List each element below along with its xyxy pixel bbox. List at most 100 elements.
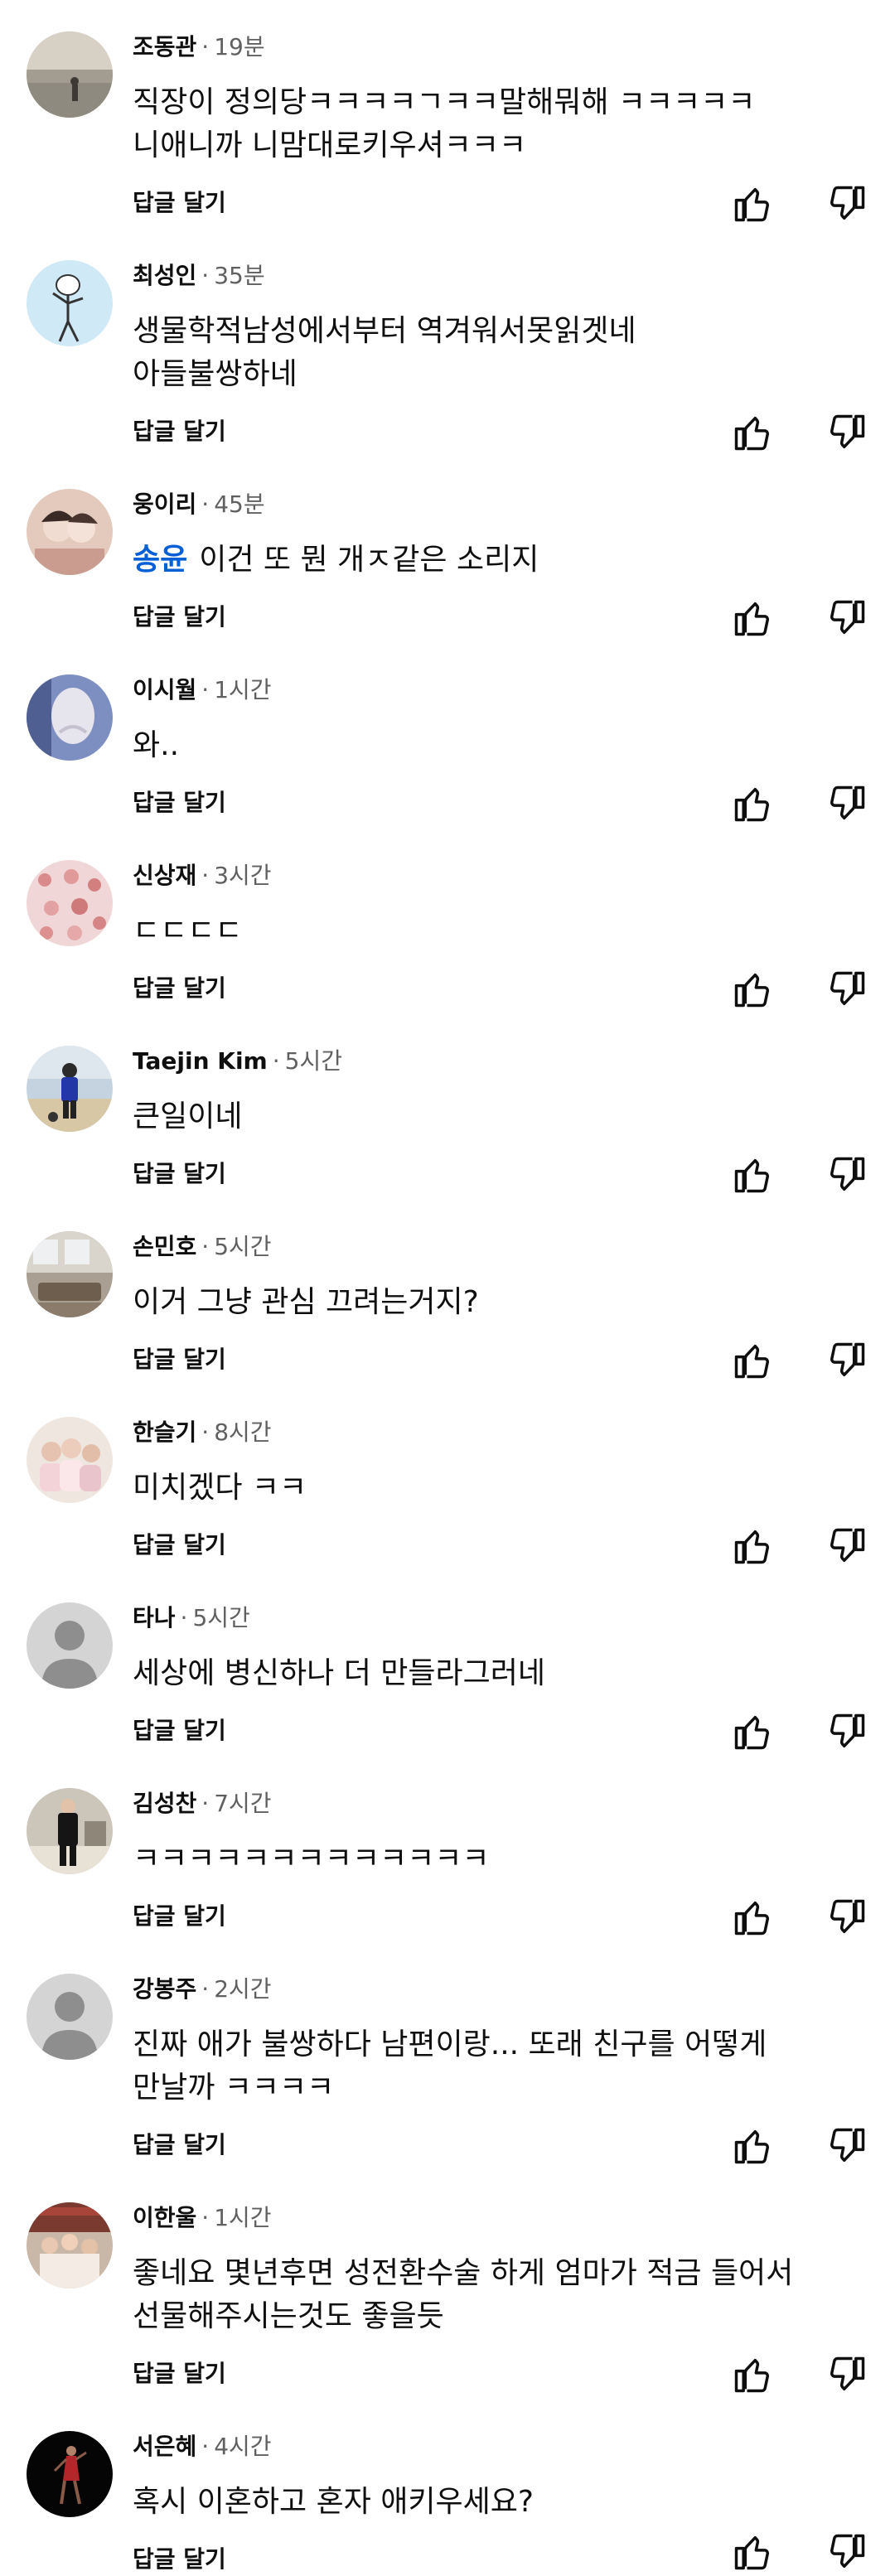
mention-link[interactable]: 송윤 [133, 543, 187, 577]
separator-dot: · [201, 33, 210, 60]
reply-button[interactable]: 답글 달기 [133, 418, 226, 446]
like-button[interactable] [731, 1710, 774, 1753]
dislike-button[interactable] [825, 1525, 868, 1568]
dislike-button[interactable] [825, 1153, 868, 1196]
reply-button[interactable]: 답글 달기 [133, 603, 226, 631]
comment-meta: 김성찬 · 7시간 [133, 1790, 272, 1818]
comment-text: 이거 그냥 관심 끄려는거지? [133, 1285, 479, 1319]
author-name[interactable]: 손민호 [133, 1233, 196, 1260]
reply-button[interactable]: 답글 달기 [133, 1902, 226, 1931]
like-button[interactable] [731, 2124, 774, 2168]
dislike-button[interactable] [825, 597, 868, 640]
avatar[interactable] [27, 1602, 113, 1689]
avatar[interactable] [27, 31, 113, 118]
reply-button[interactable]: 답글 달기 [133, 2545, 226, 2574]
comment: 신상재 · 3시간 ㄷㄷㄷㄷ 답글 달기 [0, 829, 895, 1014]
like-button[interactable] [731, 1153, 774, 1196]
timestamp: 19분 [214, 33, 265, 60]
dislike-button[interactable] [825, 182, 868, 225]
comment-text: 진짜 애가 불쌍하다 남편이랑... 또래 친구를 어떻게 만날까 ㅋㅋㅋㅋ [133, 2027, 767, 2105]
reply-button[interactable]: 답글 달기 [133, 1531, 226, 1559]
avatar[interactable] [27, 2431, 113, 2517]
timestamp: 3시간 [214, 862, 272, 889]
like-button[interactable] [731, 1896, 774, 1939]
thumbs-down-icon [825, 1153, 868, 1196]
reply-button[interactable]: 답글 달기 [133, 2360, 226, 2388]
thumbs-down-icon [825, 182, 868, 225]
reply-button[interactable]: 답글 달기 [133, 789, 226, 817]
comment-text: 혹시 이혼하고 혼자 애키우세요? [133, 2485, 534, 2519]
author-name[interactable]: 김성찬 [133, 1790, 196, 1817]
comment-text: 와.. [133, 728, 180, 762]
dislike-button[interactable] [825, 1710, 868, 1753]
like-button[interactable] [731, 182, 774, 225]
like-button[interactable] [731, 2530, 774, 2574]
author-name[interactable]: 이한울 [133, 2204, 196, 2231]
separator-dot: · [201, 862, 210, 889]
separator-dot: · [201, 491, 210, 518]
comment-meta: 조동관 · 19분 [133, 33, 265, 61]
dislike-button[interactable] [825, 782, 868, 825]
dislike-button[interactable] [825, 2124, 868, 2168]
timestamp: 5시간 [214, 1233, 272, 1260]
author-name[interactable]: 신상재 [133, 862, 196, 889]
author-name[interactable]: 한슬기 [133, 1418, 196, 1446]
thumbs-down-icon [825, 2124, 868, 2168]
comment: 웅이리 · 45분 송윤 이건 또 뭔 개ㅈ같은 소리지 답글 달기 [0, 457, 895, 643]
like-button[interactable] [731, 782, 774, 825]
comment-list: 조동관 · 19분 직장이 정의당ㅋㅋㅋㅋㄱㅋㅋ말해뭐해 ㅋㅋㅋㅋㅋ 니애니까 니맘… [0, 0, 895, 2576]
avatar[interactable] [27, 1417, 113, 1503]
reply-button[interactable]: 답글 달기 [133, 1717, 226, 1745]
like-button[interactable] [731, 2353, 774, 2396]
thumbs-down-icon [825, 1710, 868, 1753]
avatar[interactable] [27, 860, 113, 946]
like-button[interactable] [731, 968, 774, 1011]
author-name[interactable]: Taejin Kim [133, 1047, 268, 1075]
avatar[interactable] [27, 1974, 113, 2060]
author-name[interactable]: 웅이리 [133, 491, 196, 518]
avatar[interactable] [27, 2202, 113, 2288]
dislike-button[interactable] [825, 2530, 868, 2574]
comment-meta: 타나 · 5시간 [133, 1604, 250, 1632]
dislike-button[interactable] [825, 2353, 868, 2396]
thumbs-down-icon [825, 1896, 868, 1939]
timestamp: 1시간 [214, 2204, 272, 2231]
comment-text: 미치겠다 ㅋㅋ [133, 1471, 307, 1505]
dislike-button[interactable] [825, 968, 868, 1011]
reply-button[interactable]: 답글 달기 [133, 1160, 226, 1188]
reply-button[interactable]: 답글 달기 [133, 974, 226, 1003]
like-button[interactable] [731, 411, 774, 454]
author-name[interactable]: 강봉주 [133, 1975, 196, 2003]
comment-text: 좋네요 몇년후면 성전환수술 하게 엄마가 적금 들어서 선물해주시는것도 좋을… [133, 2256, 794, 2333]
author-name[interactable]: 조동관 [133, 33, 196, 60]
like-button[interactable] [731, 1525, 774, 1568]
reply-button[interactable]: 답글 달기 [133, 2131, 226, 2159]
comment-text-body: 이건 또 뭔 개ㅈ같은 소리지 [199, 543, 539, 577]
like-button[interactable] [731, 597, 774, 640]
reply-button[interactable]: 답글 달기 [133, 1346, 226, 1374]
avatar[interactable] [27, 674, 113, 761]
avatar[interactable] [27, 1046, 113, 1132]
dislike-button[interactable] [825, 1896, 868, 1939]
author-name[interactable]: 최성인 [133, 262, 196, 289]
comment-text: 큰일이네 [133, 1100, 243, 1133]
dislike-button[interactable] [825, 411, 868, 454]
avatar[interactable] [27, 260, 113, 346]
thumbs-up-icon [731, 968, 774, 1011]
like-button[interactable] [731, 1339, 774, 1382]
author-name[interactable]: 타나 [133, 1604, 176, 1631]
author-name[interactable]: 서은혜 [133, 2433, 196, 2460]
thumbs-up-icon [731, 1339, 774, 1382]
dislike-button[interactable] [825, 1339, 868, 1382]
avatar[interactable] [27, 1231, 113, 1317]
comment: 강봉주 · 2시간 진짜 애가 불쌍하다 남편이랑... 또래 친구를 어떻게 만날… [0, 1942, 895, 2171]
avatar[interactable] [27, 489, 113, 575]
author-name[interactable]: 이시월 [133, 676, 196, 703]
comment: 이시월 · 1시간 와.. 답글 달기 [0, 643, 895, 829]
thumbs-up-icon [731, 411, 774, 454]
separator-dot: · [201, 1790, 210, 1817]
avatar[interactable] [27, 1788, 113, 1874]
comment: Taejin Kim · 5시간 큰일이네 답글 달기 [0, 1014, 895, 1200]
comment: 조동관 · 19분 직장이 정의당ㅋㅋㅋㅋㄱㅋㅋ말해뭐해 ㅋㅋㅋㅋㅋ 니애니까 니맘… [0, 0, 895, 229]
reply-button[interactable]: 답글 달기 [133, 189, 226, 217]
